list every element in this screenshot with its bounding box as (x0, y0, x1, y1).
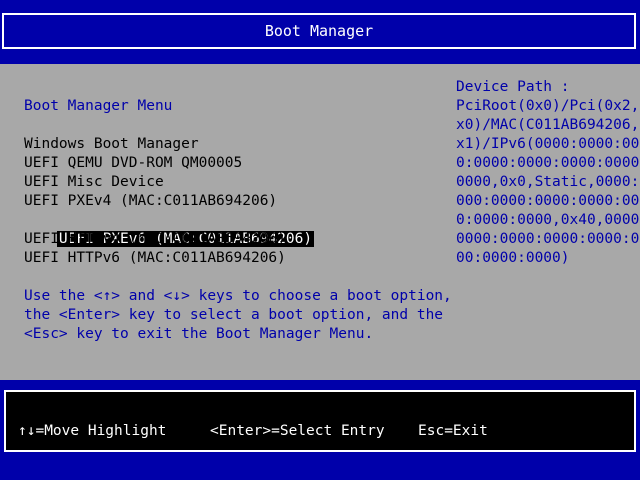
device-path-line: x1)/IPv6(0000:0000:000 (456, 136, 640, 152)
device-path-line: 00:0000:0000) (456, 250, 570, 266)
device-path-line: 0000:0000:0000:0000:00 (456, 231, 640, 247)
help-text-line-3: <Esc> key to exit the Boot Manager Menu. (24, 326, 374, 342)
boot-option-pxev4[interactable]: UEFI PXEv4 (MAC:C011AB694206) (24, 192, 277, 211)
header-bar: Boot Manager (2, 13, 636, 49)
select-entry-hint: <Enter>=Select Entry (210, 423, 385, 439)
exit-hint: Esc=Exit (418, 423, 488, 439)
menu-title: Boot Manager Menu (24, 98, 173, 114)
help-text-line-1: Use the <↑> and <↓> keys to choose a boo… (24, 288, 452, 304)
boot-option-pxev6-selected[interactable]: UEFI PXEv6 (MAC:C011AB694206) (24, 211, 315, 247)
boot-option-httpv4[interactable]: UEFI HTTPv4 (MAC:C011AB694206) (24, 230, 286, 249)
device-path-line: PciRoot(0x0)/Pci(0x2,0 (456, 98, 640, 114)
boot-option-misc-device[interactable]: UEFI Misc Device (24, 173, 164, 192)
device-path-line: 0:0000:0000,0x40,0000: (456, 212, 640, 228)
device-path-line: 000:0000:0000:0000:000 (456, 193, 640, 209)
footer-key-hints: ↑↓=Move Highlight <Enter>=Select Entry E… (4, 390, 636, 452)
move-highlight-hint: ↑↓=Move Highlight (18, 423, 167, 439)
boot-option-windows-boot-manager[interactable]: Windows Boot Manager (24, 135, 199, 154)
device-path-label: Device Path : (456, 79, 570, 95)
device-path-line: 0000,0x0,Static,0000:0 (456, 174, 640, 190)
main-panel: Boot Manager Menu Windows Boot Manager U… (0, 64, 640, 380)
boot-option-httpv6[interactable]: UEFI HTTPv6 (MAC:C011AB694206) (24, 249, 286, 268)
help-text-line-2: the <Enter> key to select a boot option,… (24, 307, 444, 323)
device-path-line: x0)/MAC(C011AB694206,0 (456, 117, 640, 133)
boot-option-qemu-dvd-rom[interactable]: UEFI QEMU DVD-ROM QM00005 (24, 154, 242, 173)
device-path-line: 0:0000:0000:0000:0000: (456, 155, 640, 171)
page-title: Boot Manager (264, 22, 374, 40)
